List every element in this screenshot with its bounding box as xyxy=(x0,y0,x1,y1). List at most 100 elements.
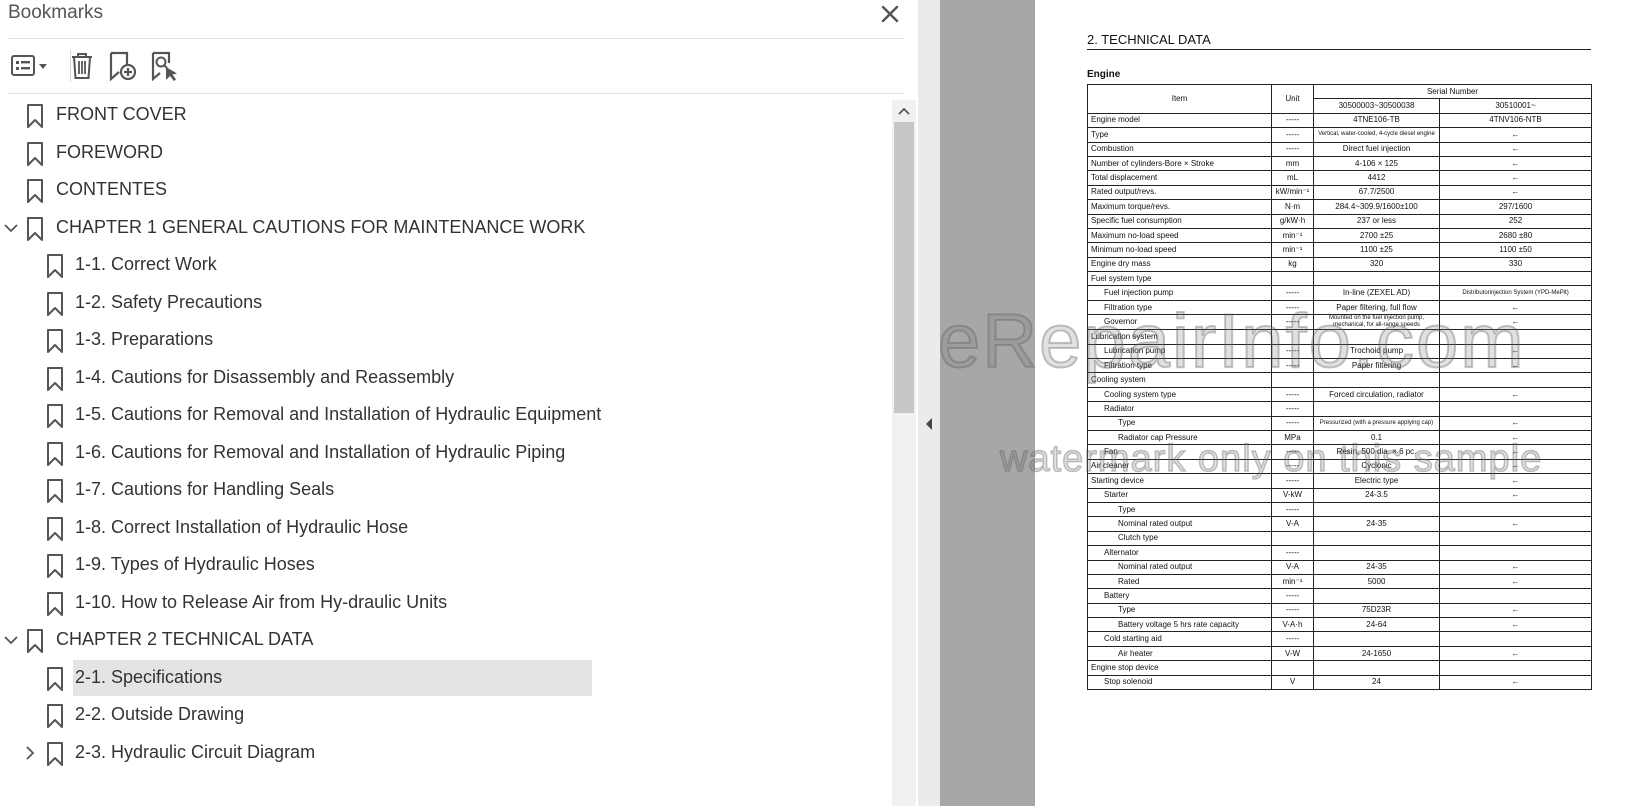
cell-unit xyxy=(1271,660,1314,676)
cell-item: Combustion xyxy=(1087,141,1272,157)
cell-item: Filtration type xyxy=(1087,299,1272,316)
collapse-panel-button[interactable] xyxy=(922,414,936,434)
bookmark-item[interactable]: 2-1. Specifications xyxy=(0,659,892,696)
cell-b: ← xyxy=(1438,559,1593,575)
bookmark-label: 1-7. Cautions for Handling Seals xyxy=(75,479,335,499)
cell-a: 284.4~309.9/1600±100 xyxy=(1313,199,1440,215)
bookmark-item[interactable]: 1-8. Correct Installation of Hydraulic H… xyxy=(0,510,892,546)
table-row: Engine stop device xyxy=(1087,660,1593,676)
header-unit: Unit xyxy=(1271,84,1314,114)
cell-item: Fuel system type xyxy=(1087,271,1272,287)
cell-item: Battery xyxy=(1087,588,1272,604)
cell-a xyxy=(1313,545,1440,561)
delete-bookmark-button[interactable] xyxy=(68,47,96,85)
cell-b: ← xyxy=(1438,617,1593,633)
bookmark-item[interactable]: 1-6. Cautions for Removal and Installati… xyxy=(0,435,892,471)
cell-b: 4TNV106-NTB xyxy=(1438,112,1593,129)
chevron-right-icon[interactable] xyxy=(21,744,39,762)
cell-a xyxy=(1313,588,1440,604)
bookmark-item[interactable]: CONTENTES xyxy=(0,172,892,208)
bookmark-item[interactable]: 1-3. Preparations xyxy=(0,322,892,358)
cell-unit: ----- xyxy=(1271,444,1314,460)
cell-a: Resin, 500 dia. × 6 pc. xyxy=(1313,444,1440,460)
bookmark-item[interactable]: 1-1. Correct Work xyxy=(0,247,892,283)
cell-a: 5000 xyxy=(1313,573,1440,590)
bookmark-item[interactable]: CHAPTER 2 TECHNICAL DATA xyxy=(0,622,892,658)
bookmark-label: 1-4. Cautions for Disassembly and Reasse… xyxy=(75,366,455,387)
cell-item: Specific fuel consumption xyxy=(1087,213,1272,229)
cell-b: ← xyxy=(1438,314,1593,331)
cell-item: Battery voltage 5 hrs rate capacity xyxy=(1087,617,1272,633)
bookmark-icon xyxy=(47,554,63,578)
chevron-up-icon xyxy=(898,107,910,115)
close-icon xyxy=(881,5,899,23)
cell-a: In-line (ZEXEL AD) xyxy=(1313,285,1440,301)
chevron-down-icon[interactable] xyxy=(2,219,20,237)
cell-a: 24-64 xyxy=(1313,617,1440,633)
bookmark-item[interactable]: 1-2. Safety Precautions xyxy=(0,285,892,321)
bookmark-item[interactable]: FOREWORD xyxy=(0,135,892,171)
cell-unit: ----- xyxy=(1271,458,1314,475)
cell-a: 24-35 xyxy=(1313,516,1440,532)
scrollbar-thumb[interactable] xyxy=(894,122,914,413)
bookmark-item[interactable]: 1-10. How to Release Air from Hy-draulic… xyxy=(0,585,892,621)
bookmark-label: 1-6. Cautions for Removal and Installati… xyxy=(75,441,566,462)
cell-b xyxy=(1438,271,1593,287)
cell-unit: ----- xyxy=(1271,631,1314,647)
table-row: Cooling system type ----- Forced circulati… xyxy=(1087,386,1593,403)
bookmark-item[interactable]: 1-4. Cautions for Disassembly and Reasse… xyxy=(0,360,892,396)
cell-b: ← xyxy=(1438,429,1593,446)
cell-b: ← xyxy=(1438,184,1593,201)
cell-unit: ----- xyxy=(1271,358,1314,374)
panel-gutter xyxy=(918,0,940,806)
find-current-bookmark-button[interactable] xyxy=(148,47,182,85)
bookmark-item[interactable]: CHAPTER 1 GENERAL CAUTIONS FOR MAINTENAN… xyxy=(0,210,892,246)
cell-unit: ----- xyxy=(1271,473,1314,489)
cell-a: 24 xyxy=(1313,674,1440,691)
bookmark-item[interactable]: 2-2. Outside Drawing xyxy=(0,697,892,733)
table-row: Governor ----- Mounted on the fuel injecti… xyxy=(1087,314,1593,331)
bookmark-icon xyxy=(47,704,63,728)
bookmark-item[interactable]: 1-7. Cautions for Handling Seals xyxy=(0,472,892,508)
cell-unit: ----- xyxy=(1271,285,1314,301)
cell-a xyxy=(1313,660,1440,676)
scroll-up-button[interactable] xyxy=(892,100,916,122)
bookmark-label: 1-1. Correct Work xyxy=(75,254,217,274)
bookmark-icon xyxy=(27,629,43,653)
bookmark-label: 1-9. Types of Hydraulic Hoses xyxy=(75,554,315,574)
bookmark-label: 2-3. Hydraulic Circuit Diagram xyxy=(75,741,316,762)
cell-b xyxy=(1438,530,1593,547)
close-panel-button[interactable] xyxy=(874,0,906,28)
table-row: Starter V-kW 24-3.5 ← xyxy=(1087,487,1593,503)
cell-unit: g/kW·h xyxy=(1271,213,1314,229)
add-bookmark-button[interactable] xyxy=(106,47,140,85)
cell-unit: ----- xyxy=(1271,602,1314,619)
bookmark-icon xyxy=(47,404,63,428)
table-row: Air heater V-W 24-1650 ← xyxy=(1087,645,1593,662)
cell-b: 1100 ±50 xyxy=(1438,242,1593,258)
bookmark-icon xyxy=(47,329,63,353)
table-row: Nominal rated output V-A 24-35 ← xyxy=(1087,516,1593,532)
cell-b: ← xyxy=(1438,573,1593,590)
bookmark-options-button[interactable] xyxy=(8,47,52,85)
cell-unit: V xyxy=(1271,674,1314,691)
cell-unit: kW/min⁻¹ xyxy=(1271,184,1314,201)
bookmarks-scrollbar[interactable] xyxy=(892,100,916,806)
cell-item: Type xyxy=(1087,501,1272,518)
bookmark-item[interactable]: 2-3. Hydraulic Circuit Diagram xyxy=(0,735,892,771)
cell-b: ← xyxy=(1438,127,1593,143)
bookmark-item[interactable]: FRONT COVER xyxy=(0,100,892,133)
bookmark-item[interactable]: 1-5. Cautions for Removal and Installati… xyxy=(0,397,892,433)
table-row: Stop solenoid V 24 ← xyxy=(1087,674,1593,691)
chevron-down-icon[interactable] xyxy=(2,631,20,649)
cell-unit: V-A xyxy=(1271,559,1314,575)
cell-item: Air heater xyxy=(1087,645,1272,662)
bookmark-item[interactable]: 1-9. Types of Hydraulic Hoses xyxy=(0,547,892,583)
cell-a: Electric type xyxy=(1313,473,1440,489)
cell-unit: ----- xyxy=(1271,314,1314,331)
cell-b: 297/1600 xyxy=(1438,199,1593,215)
cell-unit: N·m xyxy=(1271,199,1314,215)
document-viewport-background xyxy=(940,0,1035,806)
table-row: Minimum no-load speed min⁻¹ 1100 ±25 1100 ±… xyxy=(1087,242,1593,258)
table-row: Rated output/revs. kW/min⁻¹ 67.7/2500 ← xyxy=(1087,184,1593,201)
